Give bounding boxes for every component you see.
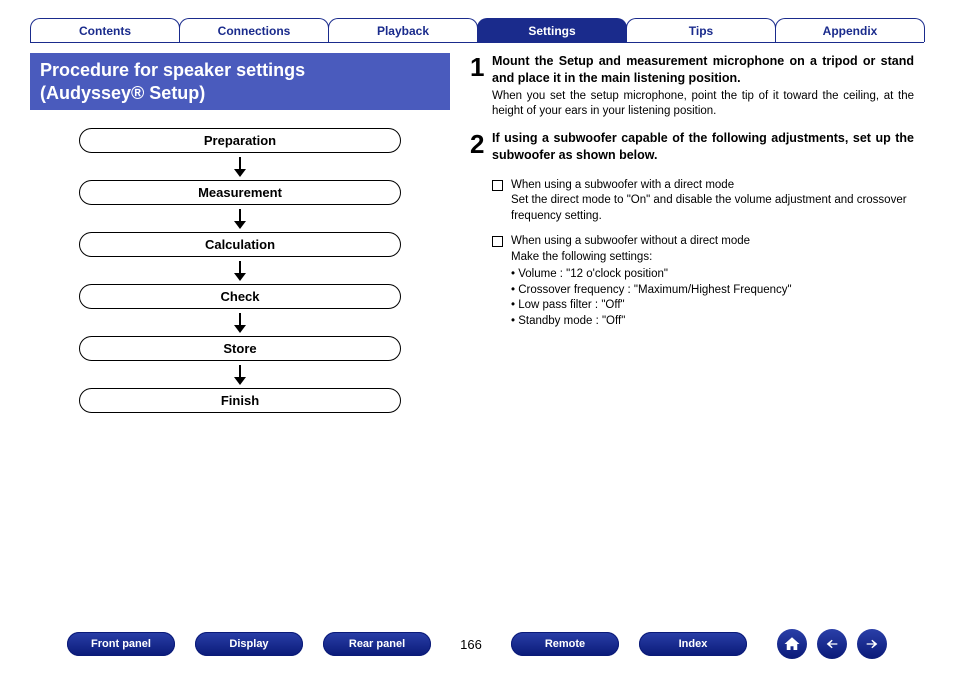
rear-panel-button[interactable]: Rear panel: [323, 632, 431, 656]
arrow-down-icon: [232, 157, 248, 177]
flow-step: Check: [79, 284, 401, 309]
tab-settings[interactable]: Settings: [477, 18, 627, 42]
step-description: When you set the setup microphone, point…: [492, 89, 914, 120]
bullet-item: Crossover frequency : "Maximum/Highest F…: [511, 283, 914, 299]
step-2: 2 If using a subwoofer capable of the fo…: [470, 130, 914, 164]
flow-step: Store: [79, 336, 401, 361]
top-tab-bar: Contents Connections Playback Settings T…: [30, 18, 924, 43]
arrow-down-icon: [232, 365, 248, 385]
prev-page-icon[interactable]: [817, 629, 847, 659]
flow-step: Calculation: [79, 232, 401, 257]
tab-playback[interactable]: Playback: [328, 18, 478, 42]
checkbox-icon: [492, 236, 503, 247]
flow-step: Finish: [79, 388, 401, 413]
procedure-flow: Preparation Measurement Calculation Chec…: [50, 128, 430, 413]
step-1: 1 Mount the Setup and measurement microp…: [470, 53, 914, 120]
tab-appendix[interactable]: Appendix: [775, 18, 925, 42]
flow-step: Preparation: [79, 128, 401, 153]
arrow-down-icon: [232, 261, 248, 281]
flow-step: Measurement: [79, 180, 401, 205]
sub-item: When using a subwoofer with a direct mod…: [492, 178, 914, 225]
step-heading: Mount the Setup and measurement micropho…: [492, 53, 914, 87]
display-button[interactable]: Display: [195, 632, 303, 656]
sub-item-text: Set the direct mode to "On" and disable …: [511, 194, 907, 222]
next-page-icon[interactable]: [857, 629, 887, 659]
section-title: Procedure for speaker settings (Audyssey…: [30, 53, 450, 110]
step-heading: If using a subwoofer capable of the foll…: [492, 130, 914, 164]
bottom-nav-bar: Front panel Display Rear panel 166 Remot…: [0, 629, 954, 659]
bullet-item: Volume : "12 o'clock position": [511, 267, 914, 283]
sub-item: When using a subwoofer without a direct …: [492, 234, 914, 329]
tab-connections[interactable]: Connections: [179, 18, 329, 42]
step-number: 2: [470, 130, 492, 164]
remote-button[interactable]: Remote: [511, 632, 619, 656]
tab-tips[interactable]: Tips: [626, 18, 776, 42]
arrow-down-icon: [232, 209, 248, 229]
section-title-line1: Procedure for speaker settings: [40, 60, 305, 80]
checkbox-icon: [492, 180, 503, 191]
page-number: 166: [451, 637, 491, 652]
front-panel-button[interactable]: Front panel: [67, 632, 175, 656]
tab-contents[interactable]: Contents: [30, 18, 180, 42]
sub-item-lead: Make the following settings:: [511, 251, 652, 263]
arrow-down-icon: [232, 313, 248, 333]
bullet-item: Low pass filter : "Off": [511, 298, 914, 314]
index-button[interactable]: Index: [639, 632, 747, 656]
bullet-item: Standby mode : "Off": [511, 314, 914, 330]
sub-item-title: When using a subwoofer without a direct …: [511, 235, 750, 247]
step-number: 1: [470, 53, 492, 120]
section-title-line2: (Audyssey® Setup): [40, 83, 205, 103]
home-icon[interactable]: [777, 629, 807, 659]
sub-item-title: When using a subwoofer with a direct mod…: [511, 179, 734, 191]
